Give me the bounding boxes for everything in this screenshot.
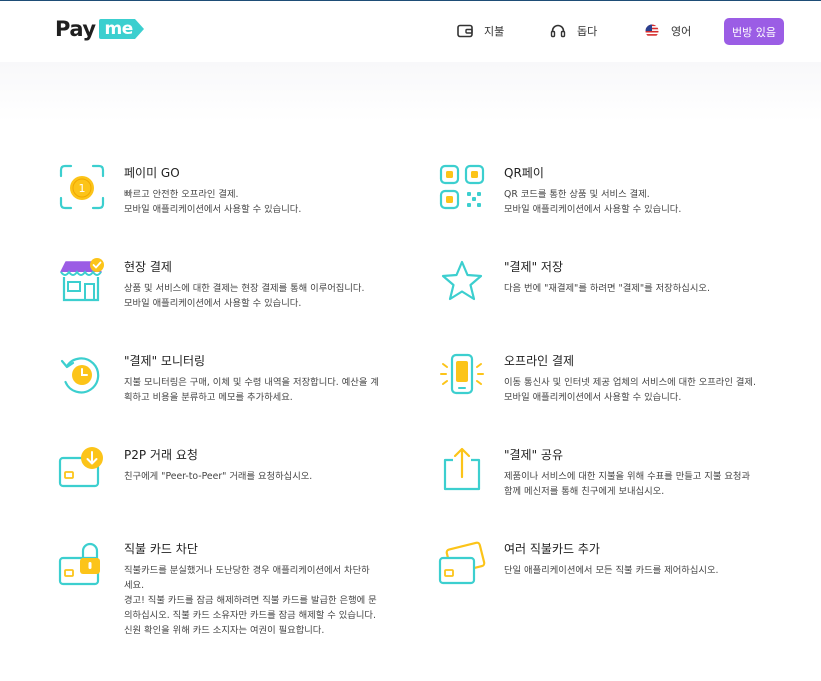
feature-description: 친구에게 "Peer-to-Peer" 거래를 요청하십시오. [124,469,424,484]
feature-description: 직불카드를 분실했거나 도난당한 경우 애플리케이션에서 차단하 세요. 경고!… [124,563,424,638]
header: Pay me 지불 돕다 영어 번방 있음 [0,1,821,62]
description-line: 세요. [124,580,145,591]
feature-description: 상품 및 서비스에 대한 결제는 현장 결제를 통해 이루어집니다. 모바일 애… [124,281,424,311]
svg-text:1: 1 [79,182,86,195]
star-icon [437,256,487,306]
share-icon [437,444,487,494]
feature-description: 지불 모니터링은 구매, 이체 및 수령 내역을 저장합니다. 예산을 계 획하… [124,375,424,405]
description-line: 모바일 애플리케이션에서 사용할 수 있습니다. [124,298,302,309]
feature-payment-monitoring: "결제" 모니터링 지불 모니터링은 구매, 이체 및 수령 내역을 저장합니다… [60,354,424,405]
feature-title: 여러 직불카드 추가 [504,542,600,556]
feature-title: "결제" 공유 [504,448,564,462]
feature-description: 빠르고 안전한 오프라인 결제. 모바일 애플리케이션에서 사용할 수 있습니다… [124,187,424,217]
nav-language[interactable]: 영어 [643,21,691,41]
card-lock-icon [57,538,107,588]
payme-logo[interactable]: Pay me [55,15,145,43]
description-line: 단일 애플리케이션에서 모든 직불 카드를 제어하십시오. [504,565,719,576]
description-line: 직불카드를 분실했거나 도난당한 경우 애플리케이션에서 차단하 [124,565,370,576]
feature-title: "결제" 모니터링 [124,354,206,368]
nav-help[interactable]: 돕다 [549,21,597,41]
logo-me-badge: me [98,18,145,40]
feature-save-payment: "결제" 저장 다음 번에 "재결제"를 하려면 "결제"를 저장하십시오. [441,260,804,301]
description-line: 경고! 직불 카드를 잠금 해제하려면 직불 카드를 발급한 은행에 문 [124,595,377,606]
feature-title: 현장 결제 [124,260,172,274]
feature-title: 직불 카드 차단 [124,542,198,556]
nav-help-label: 돕다 [577,25,598,38]
card-download-icon [57,444,107,494]
feature-title: "결제" 저장 [504,260,564,274]
description-line: 모바일 애플리케이션에서 사용할 수 있습니다. [124,204,302,215]
feature-description: QR 코드를 통한 상품 및 서비스 결제. 모바일 애플리케이션에서 사용할 … [504,187,804,217]
store-icon [57,256,107,306]
feature-p2p-request: P2P 거래 요청 친구에게 "Peer-to-Peer" 거래를 요청하십시오… [58,447,424,488]
description-line: 지불 모니터링은 구매, 이체 및 수령 내역을 저장합니다. 예산을 계 [124,377,379,388]
feature-share-payment: "결제" 공유 제품이나 서비스에 대한 지불을 위해 수표를 만들고 지불 요… [443,447,804,499]
description-line: 신원 확인을 위해 카드 소지자는 여권이 필요합니다. [124,625,325,636]
description-line: QR 코드를 통한 상품 및 서비스 결제. [504,189,650,200]
description-line: 친구에게 "Peer-to-Peer" 거래를 요청하십시오. [124,471,313,482]
description-line: 모바일 애플리케이션에서 사용할 수 있습니다. [504,204,682,215]
header-shadow-fade [0,62,821,122]
feature-title: 페이미 GO [124,166,180,180]
feature-title: 오프라인 결제 [504,354,575,368]
feature-description: 이동 통신사 및 인터넷 제공 업체의 서비스에 대한 오프라인 결제. 모바일… [504,375,804,405]
feature-title: QR페이 [504,166,544,180]
history-clock-icon [57,350,107,400]
description-line: 의하십시오. 직불 카드 소유자만 카드를 잠금 해제할 수 있습니다. [124,610,376,621]
logo-pay-text: Pay [55,17,96,41]
description-line: 다음 번에 "재결제"를 하려면 "결제"를 저장하십시오. [504,283,710,294]
wallet-icon [456,22,474,40]
description-line: 빠르고 안전한 오프라인 결제. [124,189,239,200]
qr-code-icon [437,162,487,212]
feature-description: 단일 애플리케이션에서 모든 직불 카드를 제어하십시오. [504,563,804,578]
feature-qr-pay: QR페이 QR 코드를 통한 상품 및 서비스 결제. 모바일 애플리케이션에서… [439,164,804,217]
feature-title: P2P 거래 요청 [124,448,198,462]
feature-description: 다음 번에 "재결제"를 하려면 "결제"를 저장하십시오. [504,281,804,296]
feature-onsite-payment: 현장 결제 상품 및 서비스에 대한 결제는 현장 결제를 통해 이루어집니다.… [60,258,424,311]
description-line: 상품 및 서비스에 대한 결제는 현장 결제를 통해 이루어집니다. [124,283,365,294]
signup-button[interactable]: 번방 있음 [724,18,784,45]
feature-payme-go: 1 페이미 GO 빠르고 안전한 오프라인 결제. 모바일 애플리케이션에서 사… [59,164,424,217]
coin-scan-icon: 1 [57,162,107,212]
feature-description: 제품이나 서비스에 대한 지불을 위해 수표를 만들고 지불 요청과 함께 메신… [504,469,804,499]
feature-multiple-cards: 여러 직불카드 추가 단일 애플리케이션에서 모든 직불 카드를 제어하십시오. [438,541,804,585]
description-line: 함께 메신저를 통해 친구에게 보내십시오. [504,486,665,497]
nav-payments-label: 지불 [484,25,505,38]
multiple-cards-icon [437,538,487,588]
description-line: 제품이나 서비스에 대한 지불을 위해 수표를 만들고 지불 요청과 [504,471,751,482]
feature-block-card: 직불 카드 차단 직불카드를 분실했거나 도난당한 경우 애플리케이션에서 차단… [58,542,424,638]
logo-me-text: me [104,19,134,39]
nav-payments[interactable]: 지불 [456,21,504,41]
headset-icon [549,22,567,40]
us-flag-icon [643,22,661,40]
description-line: 획하고 비용을 분류하고 메모를 추가하세요. [124,392,293,403]
description-line: 이동 통신사 및 인터넷 제공 업체의 서비스에 대한 오프라인 결제. [504,377,756,388]
feature-offline-payment: 오프라인 결제 이동 통신사 및 인터넷 제공 업체의 서비스에 대한 오프라인… [440,353,804,405]
nav-language-label: 영어 [671,25,692,38]
smartphone-icon [437,350,487,400]
description-line: 모바일 애플리케이션에서 사용할 수 있습니다. [504,392,682,403]
